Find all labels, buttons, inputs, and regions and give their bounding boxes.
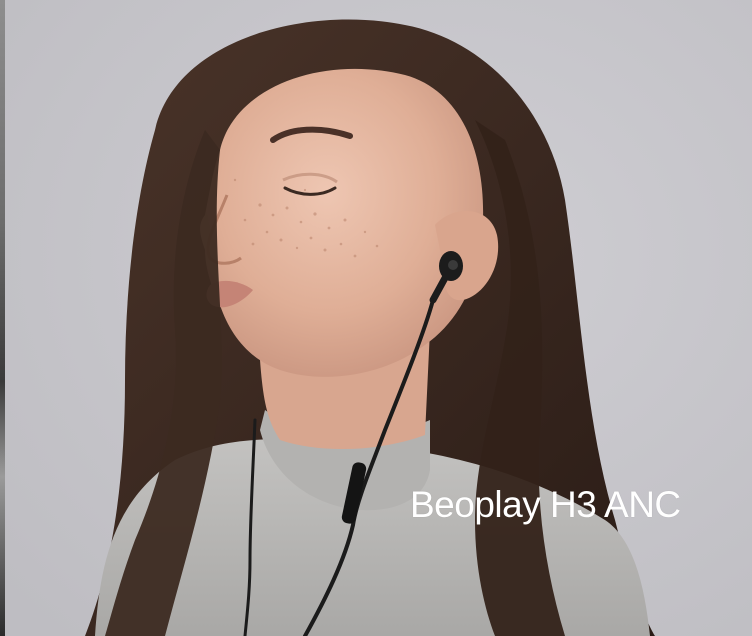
product-caption: Beoplay H3 ANC bbox=[410, 484, 681, 525]
product-photo-frame: Beoplay H3 ANC bbox=[0, 0, 752, 636]
photo-illustration bbox=[5, 0, 752, 636]
product-photo bbox=[5, 0, 752, 636]
